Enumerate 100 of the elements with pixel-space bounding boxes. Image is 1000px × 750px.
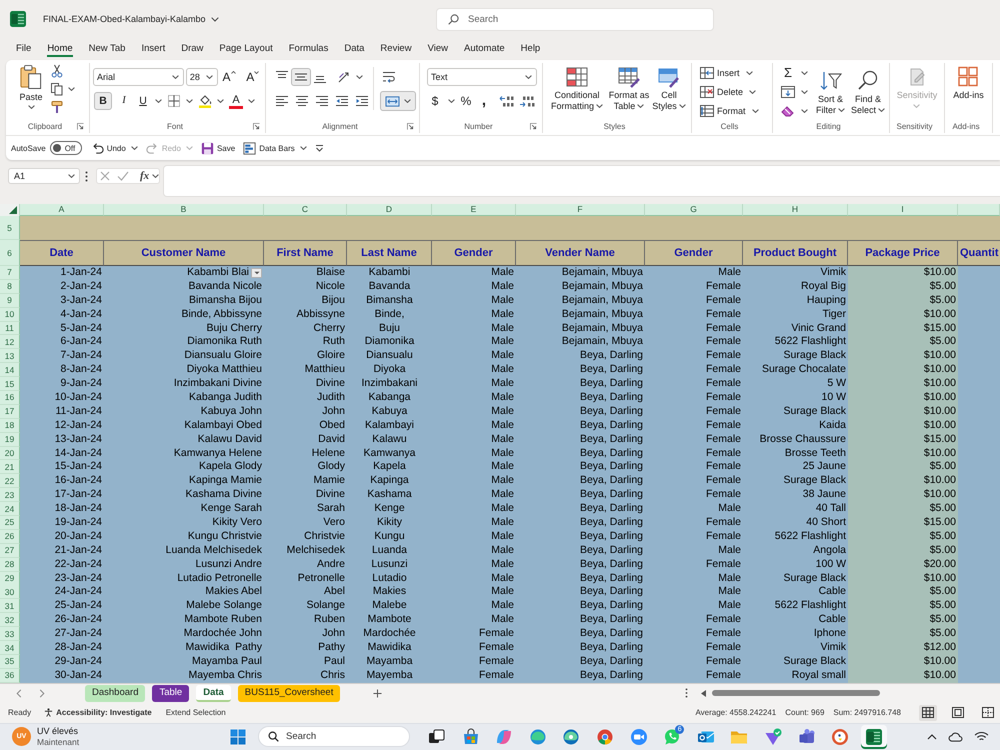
column-letter[interactable]: C <box>264 204 347 216</box>
autosave-toggle[interactable]: Off <box>50 141 82 155</box>
chevron-up-icon[interactable] <box>927 734 937 740</box>
row-number[interactable]: 23 <box>0 488 20 502</box>
row-number[interactable]: 30 <box>0 585 20 600</box>
cloud-icon[interactable] <box>948 731 963 742</box>
row-number[interactable]: 36 <box>0 668 20 683</box>
name-box[interactable]: A1 <box>8 168 80 184</box>
font-name-field[interactable]: Arial <box>93 68 184 86</box>
menu-tab[interactable]: Help <box>520 40 540 57</box>
notification-title[interactable]: UV élevés <box>37 726 80 737</box>
underline-button[interactable]: U <box>136 92 150 110</box>
insert-function-button[interactable]: fx <box>140 170 150 182</box>
menu-tab[interactable]: Page Layout <box>219 40 273 57</box>
search-field[interactable]: Search <box>436 8 714 30</box>
number-format-field[interactable]: Text <box>427 68 537 86</box>
column-letter[interactable]: F <box>516 204 645 216</box>
fill-color-icon[interactable] <box>198 94 212 108</box>
row-number[interactable]: 22 <box>0 474 20 488</box>
row-number[interactable]: 35 <box>0 654 20 669</box>
menu-tab[interactable]: Formulas <box>288 40 328 57</box>
row-number[interactable]: 24 <box>0 502 20 516</box>
column-letter[interactable]: I <box>848 204 958 216</box>
save-button[interactable]: Save <box>200 142 236 154</box>
autosum-button[interactable]: Σ <box>781 66 795 80</box>
grow-font-button[interactable]: A <box>222 70 242 84</box>
increase-indent-icon[interactable] <box>355 94 369 108</box>
row-number[interactable]: 32 <box>0 613 20 628</box>
copy-icon[interactable] <box>50 82 64 96</box>
add-ins-button[interactable]: Add-ins <box>953 66 984 101</box>
decrease-indent-icon[interactable] <box>335 94 349 108</box>
row-number[interactable]: 27 <box>0 544 20 558</box>
start-menu-icon[interactable] <box>230 728 246 745</box>
formula-input[interactable] <box>163 165 1000 197</box>
row-number[interactable]: 19 <box>0 432 20 447</box>
taskbar-button[interactable] <box>860 724 887 749</box>
merge-center-button[interactable] <box>380 91 416 111</box>
format-cells-button[interactable]: Format <box>700 101 772 120</box>
menu-tab[interactable]: View <box>428 40 448 57</box>
menu-tab[interactable]: Draw <box>181 40 204 57</box>
format-as-table-button[interactable]: Format as Table <box>607 66 651 112</box>
align-right-icon[interactable] <box>315 94 329 108</box>
row-number[interactable]: 13 <box>0 349 20 364</box>
font-color-button[interactable]: A <box>229 94 243 108</box>
column-letter[interactable]: D <box>347 204 432 216</box>
increase-decimal-icon[interactable] <box>499 94 515 108</box>
column-letter[interactable]: B <box>104 204 264 216</box>
dialog-launcher-icon[interactable] <box>77 122 84 130</box>
sheet-tab[interactable]: Data <box>196 684 231 702</box>
row-number[interactable]: 11 <box>0 322 20 336</box>
menu-tab[interactable]: Automate <box>464 40 505 57</box>
row-number[interactable]: 8 <box>0 280 20 294</box>
find-select-button[interactable]: Find & Select <box>849 63 887 120</box>
column-letter[interactable]: G <box>645 204 743 216</box>
row-number[interactable]: 9 <box>0 294 20 308</box>
add-sheet-icon[interactable] <box>373 688 382 698</box>
row-number[interactable]: 6 <box>0 240 20 266</box>
accessibility-status[interactable]: Accessibility: Investigate <box>56 708 152 718</box>
dialog-launcher-icon[interactable] <box>253 122 260 130</box>
row-number[interactable]: 12 <box>0 335 20 350</box>
italic-button[interactable]: I <box>117 92 131 110</box>
comma-style-button[interactable]: , <box>479 94 489 108</box>
insert-cells-button[interactable]: Insert <box>700 63 772 82</box>
conditional-formatting-button[interactable]: Conditional Formatting <box>547 66 607 112</box>
sort-filter-button[interactable]: Sort & Filter <box>812 63 849 120</box>
eraser-icon[interactable] <box>781 104 795 116</box>
previous-sheet-icon[interactable] <box>16 688 22 698</box>
select-all-icon[interactable] <box>9 206 17 214</box>
scroll-left-icon[interactable] <box>701 690 706 697</box>
column-letter[interactable]: H <box>743 204 848 216</box>
menu-tab[interactable]: New Tab <box>88 40 126 57</box>
paste-button[interactable]: Paste <box>13 63 49 114</box>
row-number[interactable]: 5 <box>0 216 20 240</box>
accessibility-icon[interactable] <box>44 708 54 718</box>
page-break-view-button[interactable] <box>979 704 997 721</box>
wifi-icon[interactable] <box>974 731 989 742</box>
row-number[interactable]: 15 <box>0 377 20 392</box>
shrink-font-button[interactable]: A <box>246 70 265 84</box>
row-number[interactable]: 26 <box>0 530 20 544</box>
document-title[interactable]: FINAL-EXAM-Obed-Kalambayi-Kalambo <box>43 14 206 24</box>
scissors-icon[interactable] <box>50 64 64 78</box>
cell-styles-button[interactable]: Cell Styles <box>651 66 687 112</box>
menu-tab[interactable]: Data <box>344 40 364 57</box>
row-number[interactable]: 16 <box>0 391 20 405</box>
row-number[interactable]: 7 <box>0 266 20 280</box>
bold-button[interactable]: B <box>94 92 112 110</box>
menu-tab[interactable]: File <box>16 40 32 57</box>
row-number[interactable]: 21 <box>0 460 20 474</box>
accounting-format-button[interactable]: $ <box>429 94 441 108</box>
checkmark-icon[interactable] <box>117 171 129 181</box>
customize-toolbar-icon[interactable] <box>314 144 324 152</box>
more-options-icon[interactable] <box>85 171 88 182</box>
menu-tab[interactable]: Review <box>380 40 412 57</box>
percent-style-button[interactable]: % <box>460 94 472 108</box>
borders-icon[interactable] <box>167 94 181 108</box>
taskbar-search-field[interactable]: Search <box>258 726 410 748</box>
row-number[interactable]: 34 <box>0 641 20 655</box>
menu-tab[interactable]: Home <box>47 40 73 57</box>
row-number[interactable]: 10 <box>0 308 20 322</box>
row-number[interactable]: 20 <box>0 446 20 460</box>
